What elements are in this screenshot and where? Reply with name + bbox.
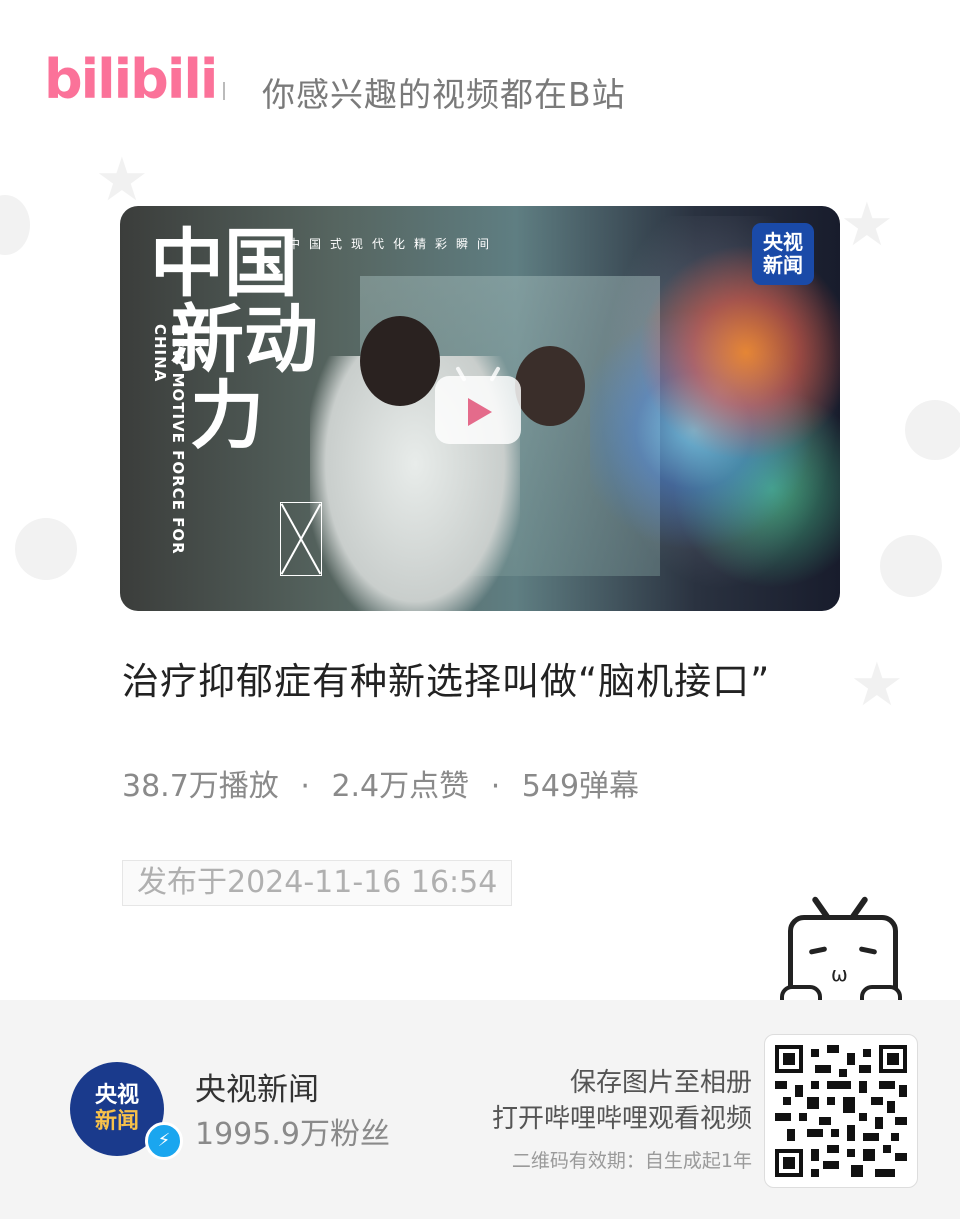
- qr-code-icon: [775, 1045, 907, 1177]
- play-triangle-icon: [468, 398, 492, 426]
- background-decoration: [15, 518, 77, 580]
- cover-person-head: [360, 316, 440, 406]
- fan-count: 1995.9万粉丝: [195, 1117, 390, 1152]
- save-hint: 保存图片至相册: [569, 1068, 752, 1098]
- slogan: 你感兴趣的视频都在B站: [262, 75, 626, 114]
- badge-line: 央视: [763, 230, 803, 254]
- qr-code[interactable]: [764, 1034, 918, 1188]
- background-decoration: [905, 400, 960, 460]
- uploader-name[interactable]: 央视新闻: [195, 1064, 319, 1109]
- background-star-icon: ★: [850, 650, 904, 720]
- badge-line: 新闻: [763, 253, 803, 277]
- play-button[interactable]: [435, 366, 521, 444]
- publish-time: 发布于2024-11-16 16:54: [122, 860, 513, 906]
- tv-mascot-icon: ω: [770, 895, 910, 1017]
- calligraphy-line: 中国: [150, 221, 298, 307]
- stats-separator: ·: [490, 769, 501, 804]
- stats-separator: ·: [300, 769, 310, 804]
- cctv-news-badge: 央视 新闻: [752, 223, 814, 285]
- qr-validity: 二维码有效期：自生成起1年: [511, 1150, 752, 1172]
- cover-english-text: NEW MOTIVE FORCE FOR CHINA: [151, 324, 187, 555]
- video-cover[interactable]: 中国式现代化精彩瞬间 中国 新动 力 NEW MOTIVE FORCE FOR …: [120, 206, 840, 611]
- open-app-hint: 打开哔哩哔哩观看视频: [491, 1104, 752, 1134]
- mascot-eye: [858, 946, 878, 955]
- background-decoration: [880, 535, 942, 597]
- lightning-icon: ⚡: [145, 1122, 183, 1160]
- background-star-icon: ★: [840, 190, 894, 260]
- avatar-line: 央视: [94, 1083, 139, 1108]
- like-count: 2.4万点赞: [331, 769, 470, 804]
- background-decoration: [0, 195, 30, 255]
- cover-emblem-icon: [280, 502, 322, 576]
- video-stats: 38.7万播放 · 2.4万点赞 · 549弹幕: [122, 761, 639, 805]
- header-divider: [223, 82, 225, 100]
- header: bilibili 你感兴趣的视频都在B站: [0, 0, 960, 180]
- cover-person-head: [515, 346, 585, 426]
- logo-text: bilibili: [44, 48, 218, 111]
- footer-share-card: 央视 新闻 ⚡ 央视新闻 1995.9万粉丝 保存图片至相册 打开哔哩哔哩观看视…: [0, 1000, 960, 1219]
- danmaku-count: 549弹幕: [521, 769, 640, 804]
- avatar-line: 新闻: [94, 1109, 139, 1134]
- video-title: 治疗抑郁症有种新选择叫做“脑机接口”: [122, 660, 771, 703]
- bilibili-logo[interactable]: bilibili: [44, 40, 218, 120]
- mascot-eye: [808, 946, 828, 955]
- mascot-mouth: ω: [831, 962, 848, 986]
- view-count: 38.7万播放: [122, 769, 279, 804]
